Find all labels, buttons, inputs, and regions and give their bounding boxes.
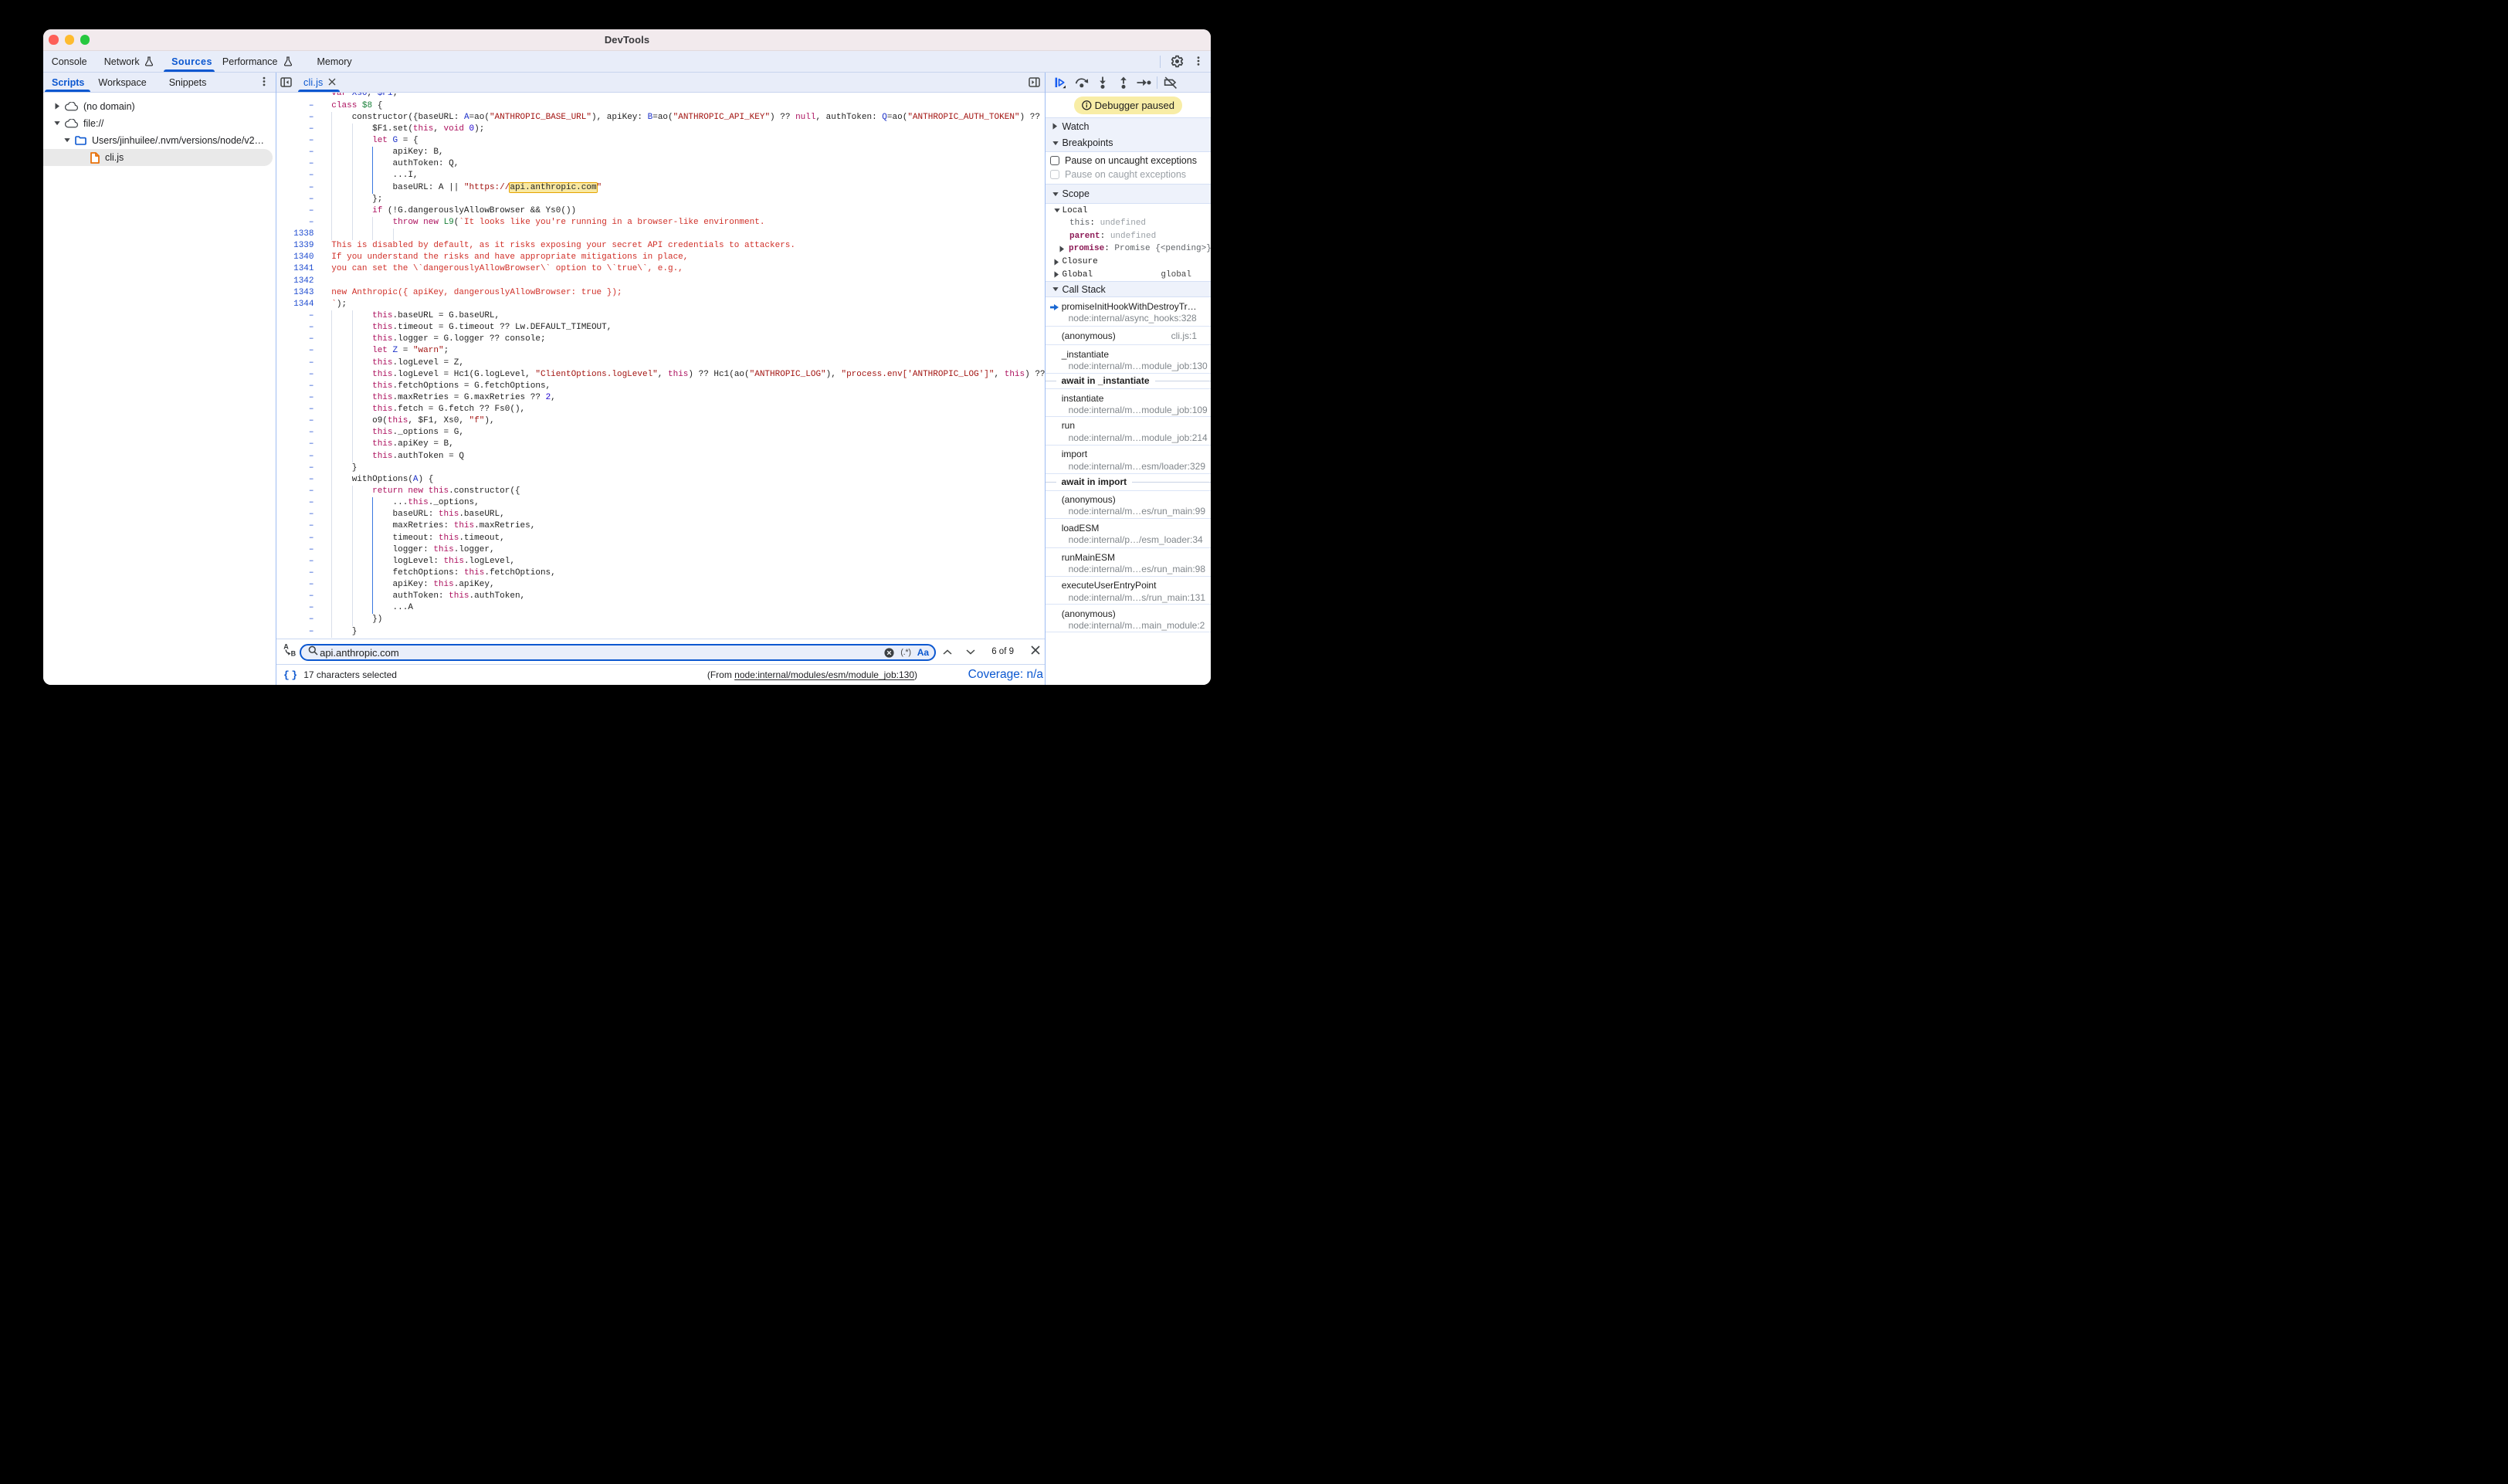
svg-text:B: B [290, 649, 296, 656]
svg-text:A: A [283, 644, 289, 651]
